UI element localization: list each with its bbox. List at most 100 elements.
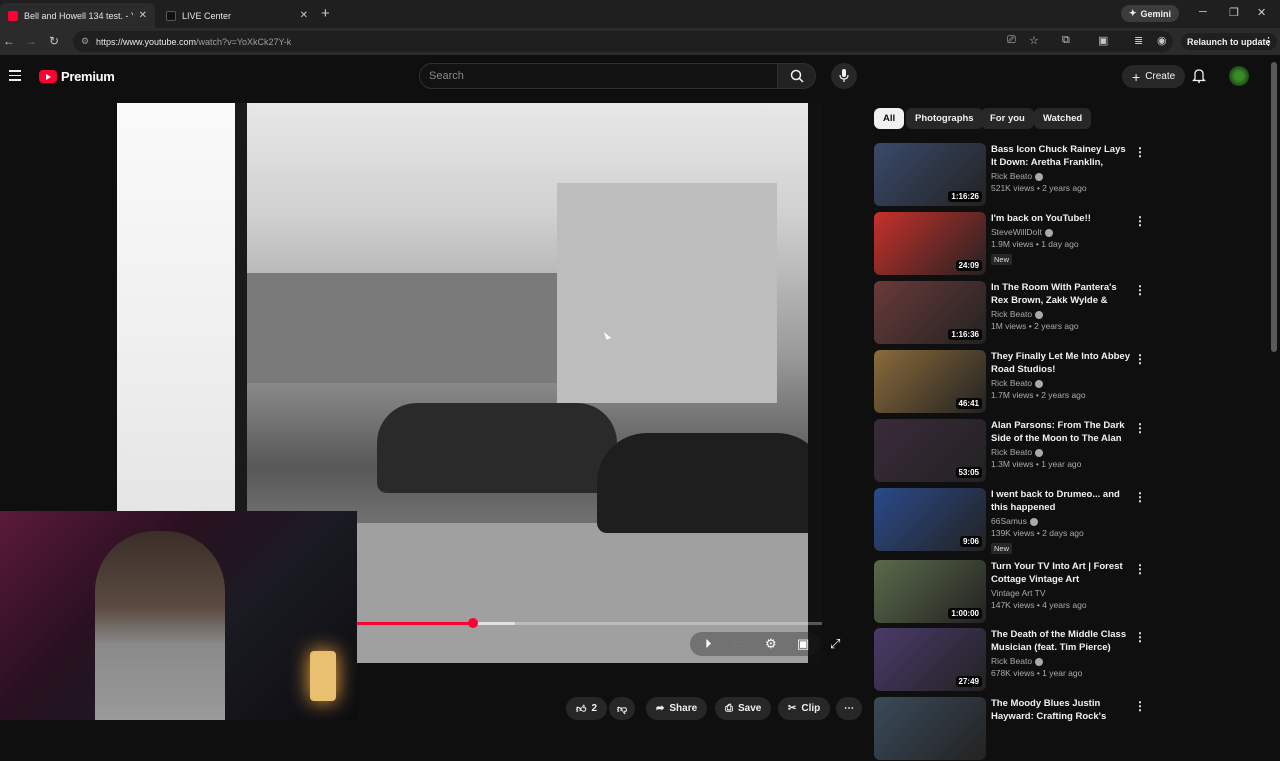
video-thumbnail[interactable]: 1:16:36	[874, 281, 986, 344]
video-thumbnail[interactable]: 46:41	[874, 350, 986, 413]
recommendation-item[interactable]: The Moody Blues Justin Hayward: Crafting…	[874, 697, 1154, 761]
gemini-button[interactable]: ✦ Gemini	[1121, 5, 1180, 22]
recommendation-item[interactable]: 9:06 I went back to Drumeo... and this ha…	[874, 488, 1154, 554]
video-title[interactable]: Alan Parsons: From The Dark Side of the …	[991, 419, 1131, 445]
close-tab-icon[interactable]: ✕	[139, 10, 147, 21]
tab-live-center[interactable]: LIVE Center ✕	[158, 3, 316, 28]
voice-search-button[interactable]	[831, 63, 857, 89]
video-title[interactable]: I went back to Drumeo... and this happen…	[991, 488, 1131, 514]
hamburger-menu-icon[interactable]	[9, 70, 21, 84]
autoplay-toggle-icon[interactable]: ⏵	[705, 636, 712, 652]
recommendation-item[interactable]: 1:16:26 Bass Icon Chuck Rainey Lays It Do…	[874, 143, 1154, 207]
video-thumbnail[interactable]: 1:00:00	[874, 560, 986, 623]
channel-name[interactable]: Rick Beato	[991, 447, 1131, 457]
extensions-icon[interactable]: ⧉	[1062, 34, 1070, 47]
video-title[interactable]: Bass Icon Chuck Rainey Lays It Down: Are…	[991, 143, 1131, 169]
recommendation-item[interactable]: 46:41 They Finally Let Me Into Abbey Road…	[874, 350, 1154, 414]
video-thumbnail[interactable]: 53:05	[874, 419, 986, 482]
close-window-icon[interactable]: ✕	[1257, 6, 1266, 19]
more-options-icon[interactable]: ⋮	[1134, 145, 1146, 159]
like-button[interactable]: 👍︎ 2	[566, 697, 608, 720]
more-options-icon[interactable]: ⋮	[1134, 562, 1146, 576]
bell-icon	[1191, 69, 1207, 83]
channel-name[interactable]: Rick Beato	[991, 378, 1131, 388]
more-options-icon[interactable]: ⋮	[1134, 352, 1146, 366]
more-options-icon[interactable]: ⋮	[1134, 630, 1146, 644]
search-button[interactable]	[778, 63, 816, 89]
channel-name[interactable]: Rick Beato	[991, 656, 1131, 666]
video-thumbnail[interactable]: 27:49	[874, 628, 986, 691]
video-thumbnail[interactable]: 24:09	[874, 212, 986, 275]
more-options-icon[interactable]: ⋮	[1134, 490, 1146, 504]
chip-for-you[interactable]: For you	[981, 108, 1034, 129]
chip-watched[interactable]: Watched	[1034, 108, 1092, 129]
minimize-icon[interactable]: ─	[1199, 6, 1207, 18]
search-input[interactable]: Search	[419, 63, 778, 89]
video-title[interactable]: The Moody Blues Justin Hayward: Crafting…	[991, 697, 1131, 723]
media-controls-icon[interactable]: ≣	[1134, 34, 1143, 47]
video-title[interactable]: Turn Your TV Into Art | Forest Cottage V…	[991, 560, 1131, 586]
thumbs-down-icon: 👎︎	[617, 703, 628, 715]
fullscreen-icon[interactable]: ⤢	[830, 636, 840, 652]
video-thumbnail[interactable]: 9:06	[874, 488, 986, 551]
film-edge	[808, 103, 822, 663]
video-thumbnail[interactable]	[874, 697, 986, 760]
page-scrollbar[interactable]	[1271, 62, 1277, 352]
video-title[interactable]: The Death of the Middle Class Musician (…	[991, 628, 1131, 654]
subtitles-icon[interactable]: ▭	[733, 636, 745, 652]
youtube-logo[interactable]: Premium	[39, 69, 115, 84]
video-thumbnail[interactable]: 1:16:26	[874, 143, 986, 206]
duration-badge: 9:06	[959, 536, 982, 547]
channel-name[interactable]: SteveWillDoIt	[991, 227, 1131, 237]
chip-label: For you	[990, 113, 1025, 124]
recommendation-item[interactable]: 24:09 I'm back on YouTube!! SteveWillDoIt 1…	[874, 212, 1154, 276]
video-title[interactable]: In The Room With Pantera's Rex Brown, Za…	[991, 281, 1131, 307]
settings-gear-icon[interactable]: ⚙	[765, 636, 777, 652]
more-options-icon[interactable]: ⋮	[1134, 283, 1146, 297]
recommendation-item[interactable]: 1:16:36 In The Room With Pantera's Rex Br…	[874, 281, 1154, 345]
back-icon[interactable]: ←	[3, 34, 15, 48]
clip-button[interactable]: ✂ Clip	[778, 697, 831, 720]
more-options-icon[interactable]: ⋮	[1134, 699, 1146, 713]
recommendation-item[interactable]: 27:49 The Death of the Middle Class Music…	[874, 628, 1154, 692]
video-title[interactable]: They Finally Let Me Into Abbey Road Stud…	[991, 350, 1131, 376]
video-frame-building	[557, 183, 777, 403]
account-avatar[interactable]	[1229, 66, 1249, 86]
theater-mode-icon[interactable]: ▣	[797, 636, 809, 652]
channel-label: Rick Beato	[991, 171, 1033, 181]
scissors-icon: ✂	[788, 703, 797, 714]
screenshot-icon[interactable]: ▣	[1098, 34, 1108, 47]
dislike-button[interactable]: 👎︎	[609, 697, 636, 720]
more-actions-button[interactable]: ⋯	[836, 697, 862, 720]
save-button[interactable]: ⎙ Save	[715, 697, 772, 720]
channel-name[interactable]: 66Samus	[991, 516, 1131, 526]
chip-photographs[interactable]: Photographs	[906, 108, 983, 129]
chip-all[interactable]: All	[874, 108, 905, 129]
recommendation-item[interactable]: 53:05 Alan Parsons: From The Dark Side of…	[874, 419, 1154, 483]
browser-menu-icon[interactable]: ⋮	[1263, 35, 1274, 48]
share-button[interactable]: ➦ Share	[646, 697, 708, 720]
bookmark-star-icon[interactable]: ☆	[1029, 34, 1039, 47]
verified-check-icon	[1035, 657, 1044, 666]
channel-label: 66Samus	[991, 516, 1027, 526]
restore-icon[interactable]: ❐	[1229, 6, 1239, 19]
channel-name[interactable]: Vintage Art TV	[991, 588, 1131, 598]
reload-icon[interactable]: ↻	[49, 34, 59, 48]
channel-name[interactable]: Rick Beato	[991, 171, 1131, 181]
progress-buffered	[473, 622, 516, 625]
cast-icon[interactable]: ⎚	[1007, 34, 1016, 47]
video-title[interactable]: I'm back on YouTube!!	[991, 212, 1131, 225]
channel-name[interactable]: Rick Beato	[991, 309, 1131, 319]
forward-icon[interactable]: →	[25, 34, 37, 48]
more-options-icon[interactable]: ⋮	[1134, 214, 1146, 228]
site-info-icon[interactable]: ⚙	[81, 36, 89, 47]
profile-icon[interactable]: ◉	[1157, 34, 1167, 47]
tab-youtube[interactable]: Bell and Howell 134 test. - YouTube ✕	[0, 3, 155, 28]
video-info: I'm back on YouTube!! SteveWillDoIt 1.9M v…	[991, 212, 1131, 267]
create-button[interactable]: + Create	[1122, 65, 1186, 88]
close-tab-icon[interactable]: ✕	[300, 10, 308, 21]
more-options-icon[interactable]: ⋮	[1134, 421, 1146, 435]
notifications-button[interactable]	[1191, 68, 1207, 88]
new-tab-icon[interactable]: +	[321, 5, 330, 22]
recommendation-item[interactable]: 1:00:00 Turn Your TV Into Art | Forest Co…	[874, 560, 1154, 624]
